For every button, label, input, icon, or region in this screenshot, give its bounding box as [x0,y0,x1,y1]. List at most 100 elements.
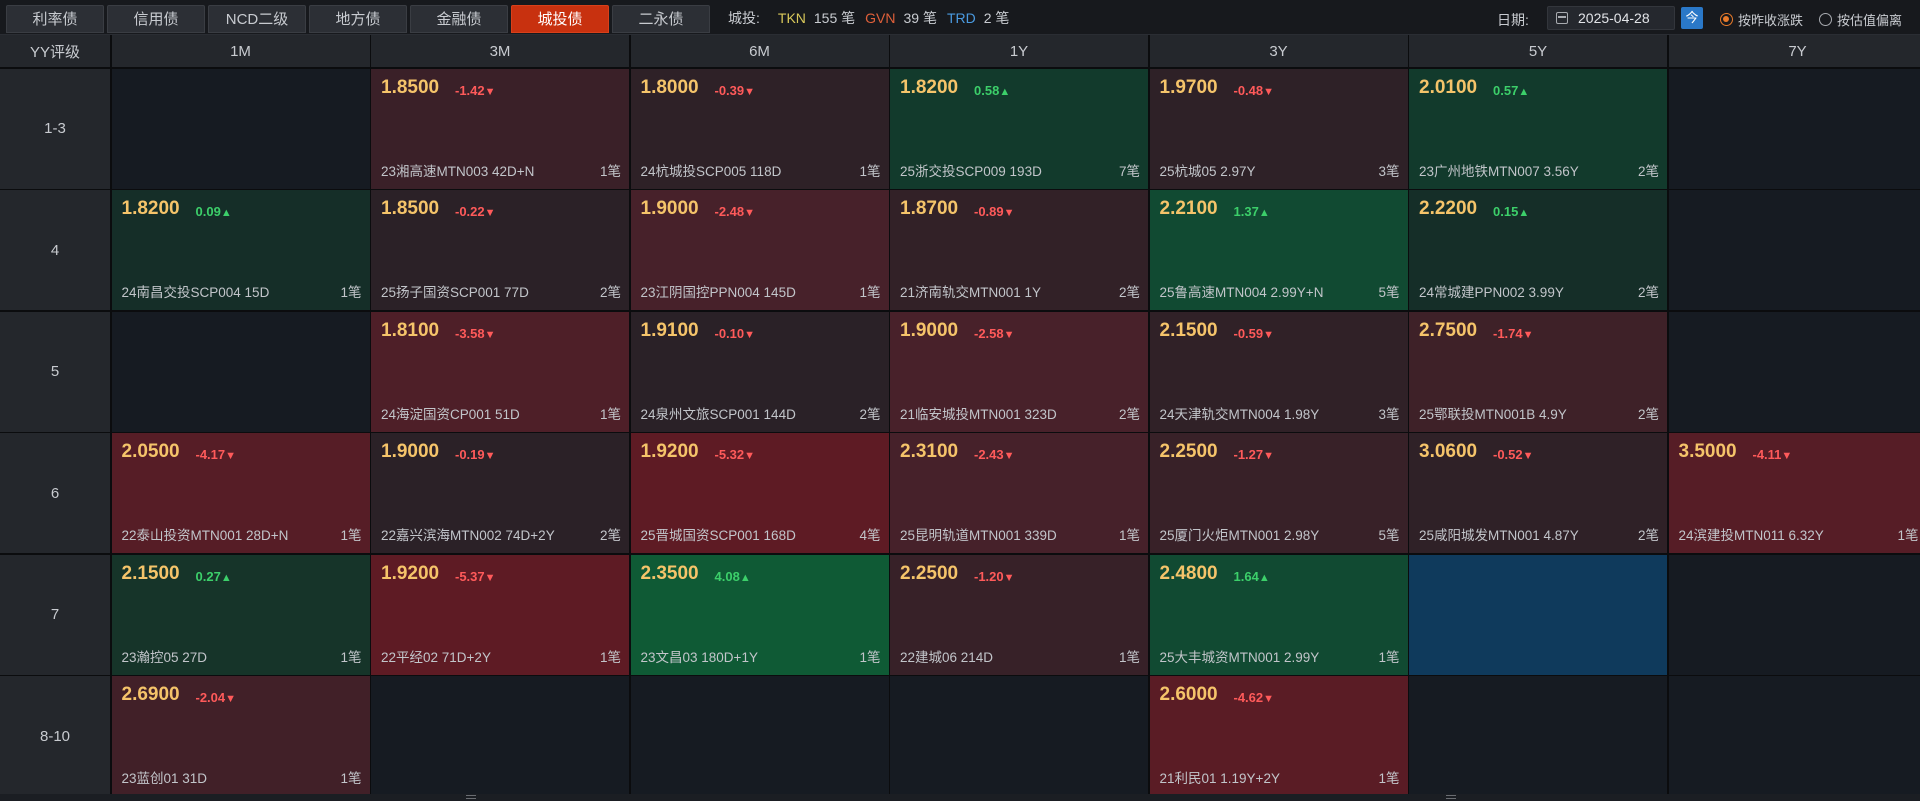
tenor-header-3Y[interactable]: 3Y [1149,35,1408,67]
resize-handle-icon[interactable] [1446,795,1456,799]
tab-3[interactable]: 地方债 [309,5,407,33]
change-value: -0.59▼ [1234,326,1275,341]
quote-cell[interactable]: 3.0600 -0.52▼ 25咸阳城发MTN001 4.87Y 2笔 [1409,433,1667,553]
yield-value: 3.0600 [1419,441,1478,462]
tenor-header-6M[interactable]: 6M [630,35,889,67]
calendar-icon[interactable] [1556,12,1568,24]
bond-name[interactable]: 23蓝创01 31D [122,767,208,787]
tab-0[interactable]: 利率债 [6,5,104,33]
quote-cell[interactable]: 1.9100 -0.10▼ 24泉州文旅SCP001 144D 2笔 [630,311,889,432]
bond-name[interactable]: 22平经02 71D+2Y [381,646,491,666]
bond-name[interactable]: 24常城建PPN002 3.99Y [1419,281,1564,301]
bond-name[interactable]: 25昆明轨道MTN001 339D [900,524,1057,544]
bond-name[interactable]: 24泉州文旅SCP001 144D [641,403,796,423]
quote-cell[interactable]: 2.0100 0.57▲ 23广州地铁MTN007 3.56Y 2笔 [1409,68,1667,189]
bond-name[interactable]: 25浙交投SCP009 193D [900,160,1042,180]
quote-cell[interactable]: 1.9200 -5.32▼ 25晋城国资SCP001 168D 4笔 [630,433,889,553]
yield-value: 1.8500 [381,76,440,98]
quote-cell[interactable]: 1.9200 -5.37▼ 22平经02 71D+2Y 1笔 [371,554,629,675]
change-value: -4.11▼ [1753,447,1793,462]
bond-name[interactable]: 23瀚控05 27D [122,646,208,666]
bond-name[interactable]: 24杭城投SCP005 118D [641,160,782,180]
bond-name[interactable]: 25鄂联投MTN001B 4.9Y [1419,403,1567,423]
radio-option-1[interactable]: 按估值偏离 [1819,10,1902,29]
bond-name[interactable]: 24滨建投MTN011 6.32Y [1679,524,1824,544]
quote-cell[interactable]: 1.8200 0.58▲ 25浙交投SCP009 193D 7笔 [890,68,1148,189]
bond-name[interactable]: 21利民01 1.19Y+2Y [1160,767,1280,787]
quote-cell[interactable]: 2.6900 -2.04▼ 23蓝创01 31D 1笔 [111,676,370,796]
tab-5[interactable]: 城投债 [511,5,609,33]
down-arrow-icon: ▼ [1263,328,1275,341]
quote-cell[interactable]: 2.2200 0.15▲ 24常城建PPN002 3.99Y 2笔 [1409,190,1667,310]
quote-cell[interactable]: 1.9000 -0.19▼ 22嘉兴滨海MTN002 74D+2Y 2笔 [371,433,629,553]
quote-cell[interactable]: 2.2500 -1.20▼ 22建城06 214D 1笔 [890,554,1148,675]
tenor-header-3M[interactable]: 3M [371,35,629,67]
tenor-header-5Y[interactable]: 5Y [1409,35,1667,67]
quote-cell[interactable]: 1.9700 -0.48▼ 25杭城05 2.97Y 3笔 [1149,68,1408,189]
quote-cell[interactable]: 2.1500 0.27▲ 23瀚控05 27D 1笔 [111,554,370,675]
tenor-header-1Y[interactable]: 1Y [890,35,1148,67]
quote-cell[interactable]: 2.3500 4.08▲ 23文昌03 180D+1Y 1笔 [630,554,889,675]
change-value: -0.10▼ [715,326,756,341]
bond-name[interactable]: 25晋城国资SCP001 168D [641,524,796,544]
quote-cell[interactable]: 2.7500 -1.74▼ 25鄂联投MTN001B 4.9Y 2笔 [1409,311,1667,432]
tab-4[interactable]: 金融债 [410,5,508,33]
quote-cell[interactable]: 2.2100 1.37▲ 25鲁高速MTN004 2.99Y+N 5笔 [1149,190,1408,310]
bond-name[interactable]: 25扬子国资SCP001 77D [381,281,529,301]
quote-cell[interactable]: 1.8200 0.09▲ 24南昌交投SCP004 15D 1笔 [111,190,370,310]
today-button[interactable]: 今 [1681,7,1703,29]
tenor-header-7Y[interactable]: 7Y [1668,35,1920,67]
quote-cell[interactable]: 2.3100 -2.43▼ 25昆明轨道MTN001 339D 1笔 [890,433,1148,553]
tab-2[interactable]: NCD二级 [208,5,306,33]
bond-name[interactable]: 23湘高速MTN003 42D+N [381,160,534,180]
quote-cell[interactable]: 2.2500 -1.27▼ 25厦门火炬MTN001 2.98Y 5笔 [1149,433,1408,553]
bond-name[interactable]: 21济南轨交MTN001 1Y [900,281,1041,301]
bond-name[interactable]: 23文昌03 180D+1Y [641,646,758,666]
resize-handle-icon[interactable] [466,795,476,799]
quote-cell[interactable]: 2.1500 -0.59▼ 24天津轨交MTN004 1.98Y 3笔 [1149,311,1408,432]
change-value: -1.20▼ [974,569,1015,584]
quote-cell[interactable]: 1.9000 -2.48▼ 23江阴国控PPN004 145D 1笔 [630,190,889,310]
bond-name[interactable]: 23江阴国控PPN004 145D [641,281,796,301]
quote-cell[interactable]: 1.8100 -3.58▼ 24海淀国资CP001 51D 1笔 [371,311,629,432]
bond-name[interactable]: 21临安城投MTN001 323D [900,403,1057,423]
down-arrow-icon: ▼ [484,85,496,98]
radio-button-icon[interactable] [1819,13,1833,26]
bond-name[interactable]: 24南昌交投SCP004 15D [122,281,270,301]
quote-cell[interactable]: 1.9000 -2.58▼ 21临安城投MTN001 323D 2笔 [890,311,1148,432]
quote-cell[interactable]: 2.4800 1.64▲ 25大丰城资MTN001 2.99Y 1笔 [1149,554,1408,675]
quote-cell[interactable]: 2.0500 -4.17▼ 22泰山投资MTN001 28D+N 1笔 [111,433,370,553]
quote-cell[interactable]: 1.8700 -0.89▼ 21济南轨交MTN001 1Y 2笔 [890,190,1148,310]
quote-cell[interactable]: 1.8000 -0.39▼ 24杭城投SCP005 118D 1笔 [630,68,889,189]
bond-name[interactable]: 24海淀国资CP001 51D [381,403,520,423]
bond-name[interactable]: 22泰山投资MTN001 28D+N [122,524,289,544]
radio-button-icon[interactable] [1720,13,1733,26]
date-picker[interactable]: 2025-04-28 [1547,6,1675,30]
bond-name[interactable]: 24天津轨交MTN004 1.98Y [1160,403,1320,423]
down-arrow-icon: ▼ [1781,450,1793,462]
quote-cell[interactable]: 3.5000 -4.11▼ 24滨建投MTN011 6.32Y 1笔 [1668,433,1920,553]
radio-option-0[interactable]: 按昨收涨跌 [1720,10,1803,29]
bond-name[interactable]: 25鲁高速MTN004 2.99Y+N [1160,281,1324,301]
down-arrow-icon: ▼ [1003,571,1015,584]
bond-name[interactable]: 25杭城05 2.97Y [1160,160,1256,180]
highlight-cell[interactable] [1409,554,1667,675]
bond-name[interactable]: 22嘉兴滨海MTN002 74D+2Y [381,524,555,544]
trade-count: 1笔 [859,285,881,300]
bond-name[interactable]: 22建城06 214D [900,646,993,666]
yield-value: 2.2200 [1419,198,1478,219]
tab-1[interactable]: 信用债 [107,5,205,33]
quote-cell[interactable]: 2.6000 -4.62▼ 21利民01 1.19Y+2Y 1笔 [1149,676,1408,796]
quote-cell[interactable]: 1.8500 -0.22▼ 25扬子国资SCP001 77D 2笔 [371,190,629,310]
bond-name[interactable]: 23广州地铁MTN007 3.56Y [1419,160,1579,180]
trade-count: 1笔 [1378,649,1400,665]
bond-name[interactable]: 25咸阳城发MTN001 4.87Y [1419,524,1579,544]
tenor-header-1M[interactable]: 1M [111,35,370,67]
change-number: -1.20 [974,568,1004,584]
quote-cell[interactable]: 1.8500 -1.42▼ 23湘高速MTN003 42D+N 1笔 [371,68,629,189]
date-value[interactable]: 2025-04-28 [1578,10,1650,26]
bond-name[interactable]: 25厦门火炬MTN001 2.98Y [1160,524,1320,544]
change-value: -0.48▼ [1234,83,1275,98]
bond-name[interactable]: 25大丰城资MTN001 2.99Y [1160,646,1320,666]
tab-6[interactable]: 二永债 [612,5,710,33]
